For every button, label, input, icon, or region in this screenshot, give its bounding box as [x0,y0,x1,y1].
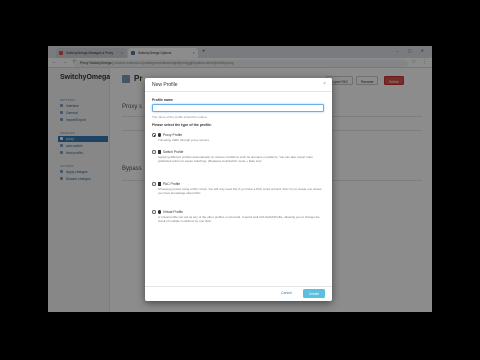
profile-name-label: Profile name [152,98,174,102]
question-icon [158,210,162,214]
option-description: Tunneling traffic through proxy servers. [158,138,210,142]
radio-proxy-profile[interactable] [152,133,156,137]
dialog-title: New Profile [152,82,178,88]
option-description: Applying different profiles automaticall… [158,155,313,164]
switch-icon [158,150,162,154]
option-label: Proxy Profile [158,133,182,137]
file-icon [158,182,162,186]
cancel-button[interactable]: Cancel [281,291,292,295]
create-button[interactable]: Create [303,289,325,298]
close-icon[interactable]: × [323,81,326,87]
radio-virtual-profile[interactable] [152,210,156,214]
option-label: PAC Profile [158,182,180,186]
option-description: Choosing proxies using a PAC script. You… [158,187,322,196]
option-name: Proxy Profile [162,133,183,137]
profile-type-label: Please select the type of the profile: [152,123,212,127]
option-label: Virtual Profile [158,210,183,214]
new-profile-dialog: New Profile × Profile name The name of t… [145,78,332,301]
option-label: Switch Profile [158,150,183,154]
radio-pac-profile[interactable] [152,182,156,186]
option-name: Virtual Profile [162,210,183,214]
browser-window: SwitchyOmega Manages a Proxy × SwitchyOm… [48,46,432,312]
dialog-footer: Cancel Create [145,286,332,301]
dialog-header: New Profile × [145,78,332,92]
option-name: PAC Profile [162,182,181,186]
profile-name-help: The name of the profile should be unique… [152,115,208,119]
option-name: Switch Profile [162,150,184,154]
globe-icon [158,133,162,137]
radio-switch-profile[interactable] [152,150,156,154]
option-description: A virtual profile can act as any of the … [158,215,320,224]
profile-name-input[interactable] [152,104,324,112]
